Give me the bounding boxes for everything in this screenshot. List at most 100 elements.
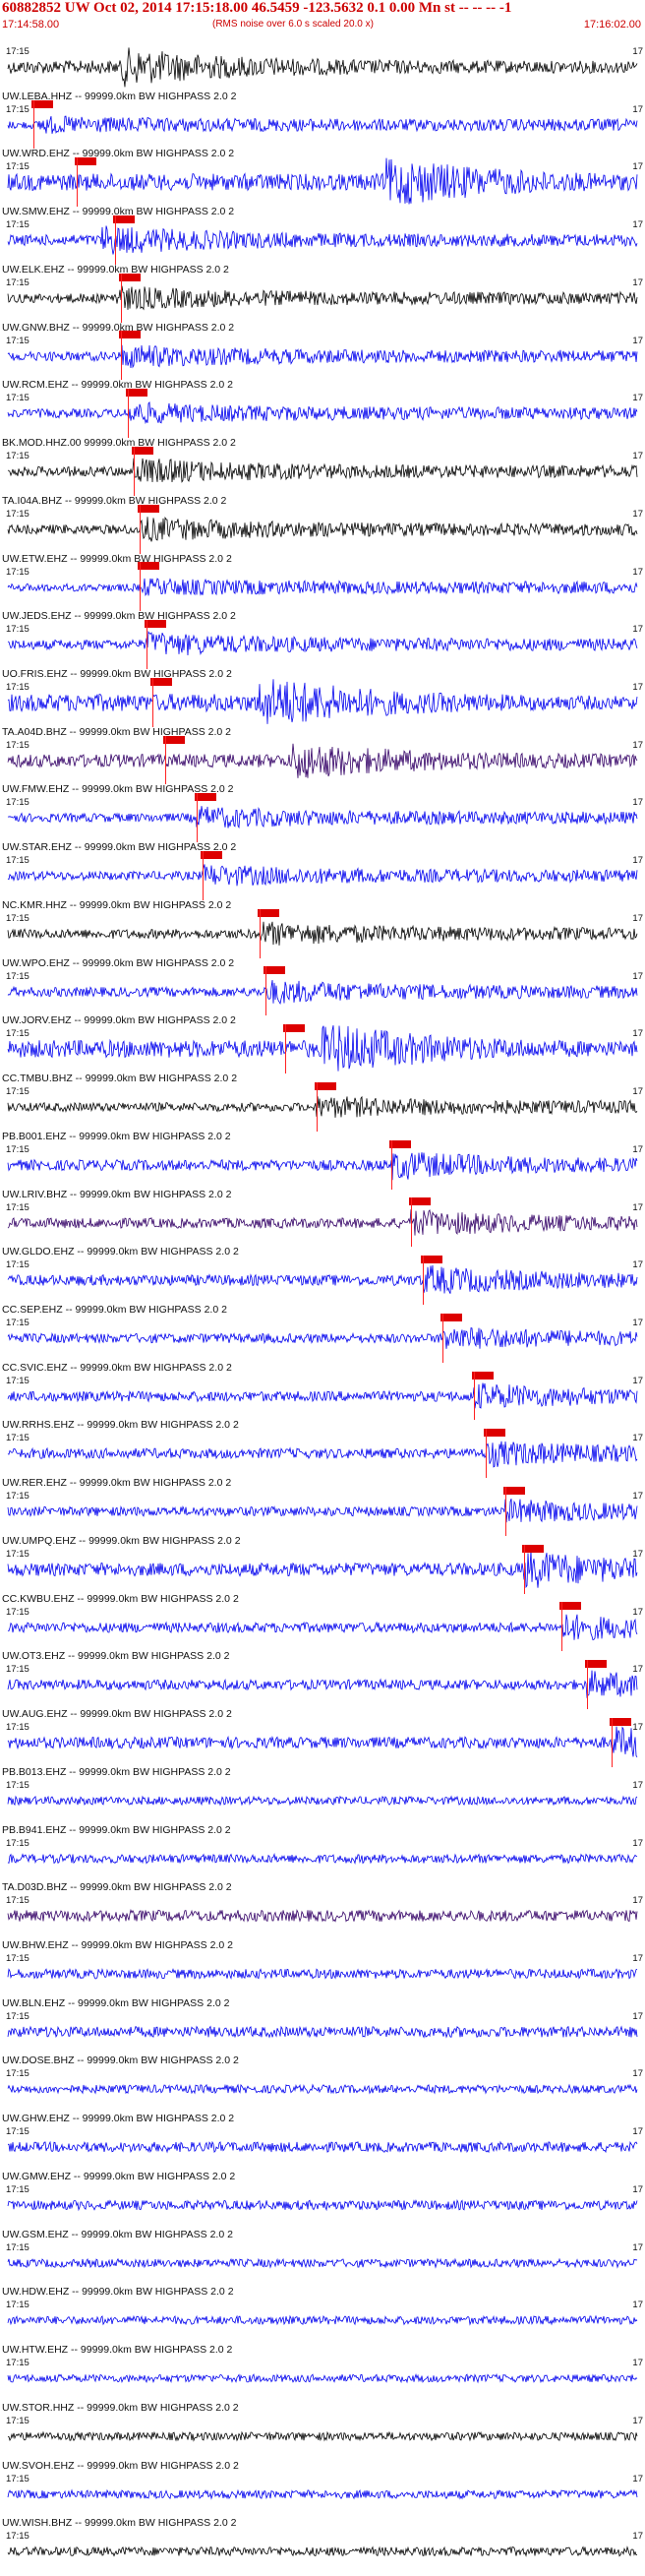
waveform-line [7,2198,638,2212]
tick-label-right: 17 [632,1895,643,1907]
tick-label-right: 17 [632,335,643,346]
tick-label-right: 17 [632,1318,643,1328]
trace-row: UW.STAR.EHZ -- 99999.0km BW HIGHPASS 2.0… [0,841,645,900]
tick-label-right: 17 [632,2010,643,2022]
trace-row: UW.LRIV.BHZ -- 99999.0km BW HIGHPASS 2.0… [0,1188,645,1248]
phase-pick-marker [559,1602,582,1611]
waveform-line [7,1025,638,1072]
phase-pick-marker [314,1081,336,1090]
tick-label-left: 17:15 [6,46,29,57]
waveform-line [7,158,638,206]
waveform-line [7,1909,638,1924]
trace-panel: 17:15 17 UW.LEBA.HHZ -- 99999.0km BW HIGHP… [0,33,645,2576]
tick-label-right: 17 [632,855,643,867]
station-label: TA.D03D.BHZ -- 99999.0km BW HIGHPASS 2.0… [2,1881,232,1894]
trace-row: UW.WRD.EHZ -- 99999.0km BW HIGHPASS 2.0 … [0,148,645,208]
station-label: UW.RRHS.EHZ -- 99999.0km BW HIGHPASS 2.0… [2,1419,239,1432]
station-label: UW.GSM.EHZ -- 99999.0km BW HIGHPASS 2.0 … [2,2228,233,2240]
waveform-line [7,1441,638,1469]
trace-row: 17:15 17 [0,33,645,92]
waveform-trace [7,47,638,88]
tick-label-left: 17:15 [6,1433,29,1444]
phase-pick-line [441,1313,443,1363]
phase-pick-line [486,1429,488,1479]
trace-row: UW.GSM.EHZ -- 99999.0km BW HIGHPASS 2.0 … [0,2228,645,2288]
waveform-line [7,516,638,542]
tick-label-right: 17 [632,1722,643,1734]
phase-pick-marker [282,1024,305,1033]
station-label: TA.I04A.BHZ -- 99999.0km BW HIGHPASS 2.0… [2,494,227,507]
trace-row: UW.UMPQ.EHZ -- 99999.0km BW HIGHPASS 2.0… [0,1535,645,1594]
trace-row: UW.GNW.BHZ -- 99999.0km BW HIGHPASS 2.0 … [0,322,645,381]
phase-pick-marker [30,99,53,108]
tick-label-left: 17:15 [6,1028,29,1040]
tick-label-right: 17 [632,2358,643,2369]
station-label: UW.BLN.EHZ -- 99999.0km BW HIGHPASS 2.0 … [2,1996,230,2009]
tick-label-left: 17:15 [6,508,29,520]
station-label: TA.A04D.BHZ -- 99999.0km BW HIGHPASS 2.0… [2,725,232,738]
tick-label-left: 17:15 [6,739,29,751]
phase-pick-marker [421,1256,443,1264]
waveform-line [7,1795,638,1807]
tick-label-right: 17 [632,970,643,982]
phase-pick-line [504,1486,506,1536]
waveform-line [7,1550,638,1588]
station-label: CC.SVIC.EHZ -- 99999.0km BW HIGHPASS 2.0… [2,1361,232,1374]
tick-label-right: 17 [632,739,643,751]
waveform-line [7,1265,638,1295]
station-label: PB.B013.EHZ -- 99999.0km BW HIGHPASS 2.0… [2,1765,231,1778]
tick-label-left: 17:15 [6,161,29,173]
trace-row: TA.A04D.BHZ -- 99999.0km BW HIGHPASS 2.0… [0,725,645,785]
phase-pick-line [391,1139,393,1190]
waveform-line [7,806,638,829]
tick-label-left: 17:15 [6,855,29,867]
tick-label-left: 17:15 [6,624,29,636]
tick-label-left: 17:15 [6,2183,29,2195]
tick-label-left: 17:15 [6,2531,29,2543]
tick-label-left: 17:15 [6,1664,29,1676]
waveform-line [7,1499,638,1523]
phase-pick-line [203,850,205,900]
trace-row: UW.SMW.EHZ -- 99999.0km BW HIGHPASS 2.0 … [0,206,645,265]
station-label: UW.DOSE.BHZ -- 99999.0km BW HIGHPASS 2.0… [2,2055,239,2067]
station-label: PB.B941.EHZ -- 99999.0km BW HIGHPASS 2.0… [2,1823,231,1836]
tick-label-left: 17:15 [6,2068,29,2080]
trace-row: PB.B941.EHZ -- 99999.0km BW HIGHPASS 2.0… [0,1823,645,1883]
phase-pick-line [284,1024,286,1074]
tick-label-left: 17:15 [6,393,29,404]
phase-pick-line [316,1081,318,1132]
trace-row: UW.JORV.EHZ -- 99999.0km BW HIGHPASS 2.0… [0,1014,645,1074]
trace-row: UW.GMW.EHZ -- 99999.0km BW HIGHPASS 2.0 … [0,2171,645,2230]
waveform-line [7,115,638,134]
phase-pick-marker [264,966,286,975]
trace-row: PB.B013.EHZ -- 99999.0km BW HIGHPASS 2.0… [0,1765,645,1825]
phase-pick-line [140,504,142,554]
trace-row: CC.SEP.EHZ -- 99999.0km BW HIGHPASS 2.0 … [0,1304,645,1363]
tick-label-left: 17:15 [6,566,29,578]
phase-pick-marker [132,446,153,455]
tick-label-right: 17 [632,1143,643,1155]
tick-label-right: 17 [632,1375,643,1386]
trace-row: UW.SVOH.EHZ -- 99999.0km BW HIGHPASS 2.0… [0,2460,645,2519]
waveform-line [7,979,638,1005]
phase-pick-marker [440,1313,462,1321]
station-label: UW.ELK.EHZ -- 99999.0km BW HIGHPASS 2.0 … [2,263,229,276]
seismogram-header: 60882852 UW Oct 02, 2014 17:15:18.00 46.… [0,0,645,33]
waveform-line [7,47,638,88]
phase-pick-line [152,677,154,727]
tick-label-right: 17 [632,566,643,578]
tick-label-left: 17:15 [6,335,29,346]
phase-pick-marker [125,389,147,398]
waveform-line [7,1208,638,1236]
time-start-label: 17:14:58.00 [2,19,60,31]
station-label: UW.LRIV.BHZ -- 99999.0km BW HIGHPASS 2.0… [2,1188,232,1200]
tick-label-right: 17 [632,276,643,288]
tick-label-left: 17:15 [6,2300,29,2311]
station-label: UW.WRD.EHZ -- 99999.0km BW HIGHPASS 2.0 … [2,148,235,160]
waveform-line [7,285,638,311]
waveform-line [7,1614,638,1640]
phase-pick-marker [389,1139,412,1148]
phase-pick-line [121,331,123,381]
trace-row: TA.D03D.BHZ -- 99999.0km BW HIGHPASS 2.0… [0,1881,645,1940]
phase-pick-marker [584,1660,607,1669]
